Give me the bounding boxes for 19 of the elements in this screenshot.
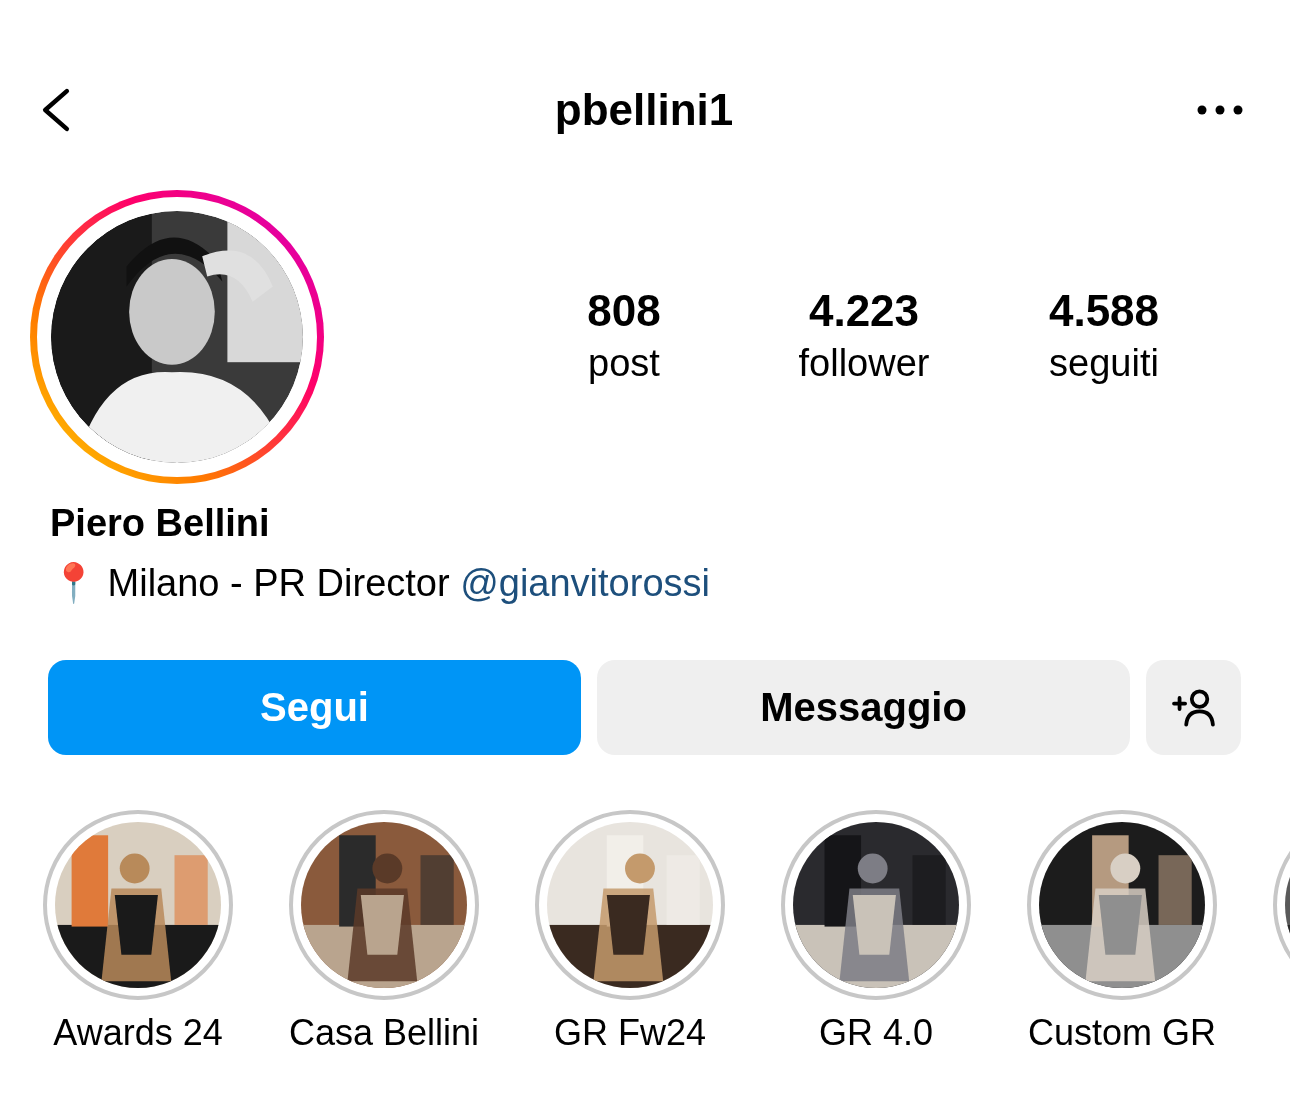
mention-link[interactable]: @gianvitorossi — [460, 562, 710, 604]
highlight-label: GR 4.0 — [818, 1012, 933, 1054]
highlight-label: Awards 24 — [53, 1012, 223, 1054]
add-person-button[interactable] — [1146, 660, 1241, 755]
add-person-icon — [1170, 687, 1217, 728]
stat-label: post — [588, 341, 660, 386]
message-button[interactable]: Messaggio — [597, 660, 1130, 755]
highlight-label: Custom GR — [1027, 1012, 1216, 1054]
profile-name: Piero Bellini — [50, 501, 271, 546]
highlight-label: Casa Bellini — [288, 1012, 480, 1054]
highlight-label: GR Fw24 — [553, 1012, 706, 1054]
stat-label: seguiti — [1049, 341, 1159, 386]
stat-count: 808 — [587, 285, 661, 337]
stat-count: 4.588 — [1048, 285, 1160, 337]
stat-count: 4.223 — [808, 285, 920, 337]
stat-label: follower — [798, 341, 930, 386]
bio-text: 📍 Milano - PR Director @gianvitorossi — [50, 561, 711, 606]
username-title: pbellini1 — [554, 85, 734, 135]
more-icon[interactable] — [1196, 104, 1244, 116]
